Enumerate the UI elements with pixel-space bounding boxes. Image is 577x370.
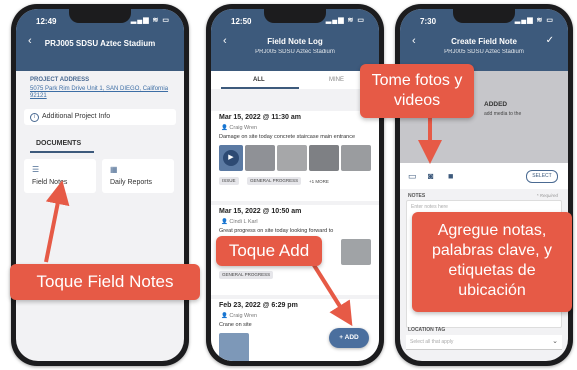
- callout-photos: Tome fotos y videos: [360, 64, 474, 118]
- arrow-to-field-notes: [44, 180, 70, 263]
- callout-field-notes: Toque Field Notes: [10, 264, 200, 300]
- callout-notes: Agregue notas, palabras clave, y etiquet…: [412, 212, 572, 312]
- callout-add: Toque Add: [216, 236, 322, 266]
- arrow-to-add: [310, 260, 353, 327]
- callout-arrows: [44, 118, 442, 327]
